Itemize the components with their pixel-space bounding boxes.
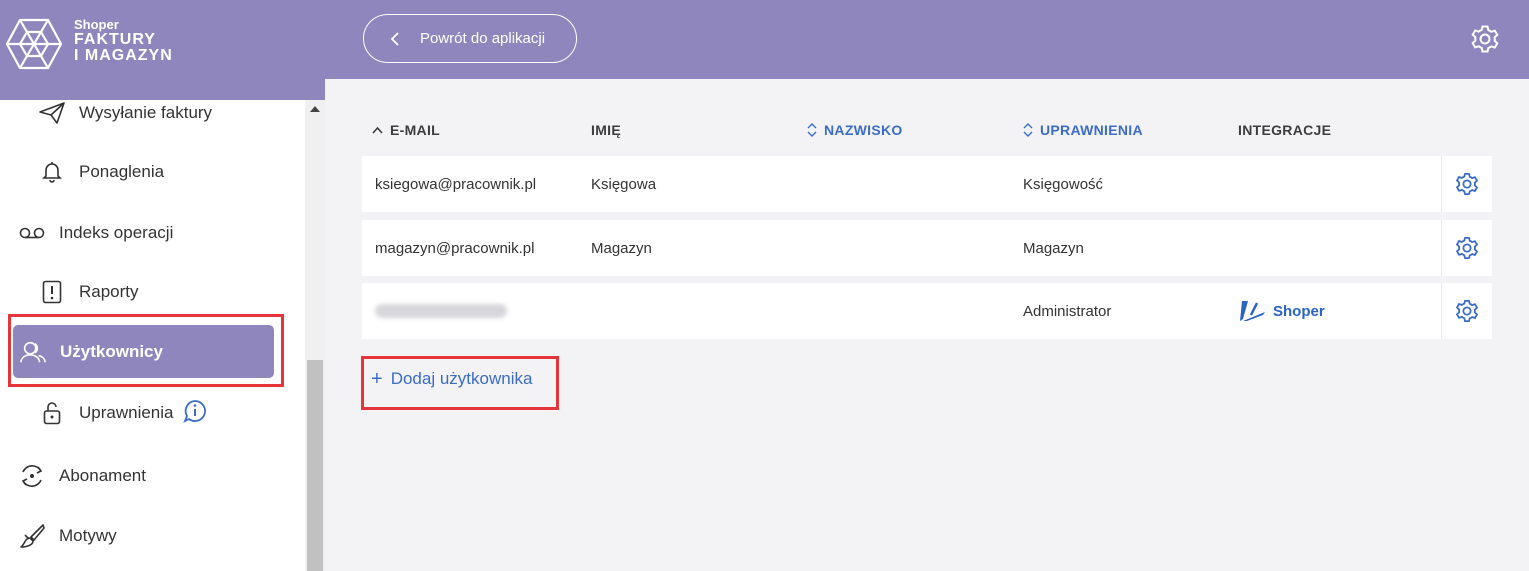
plus-icon: +	[371, 368, 383, 390]
gear-icon	[1455, 172, 1479, 196]
integration-name: Shoper	[1273, 302, 1325, 320]
gear-icon	[1455, 299, 1479, 323]
column-header-email[interactable]: E-MAIL	[372, 122, 440, 138]
column-header-role[interactable]: UPRAWNIENIA	[1023, 122, 1143, 138]
logo-bar[interactable]: Shoper FAKTURY I MAGAZYN	[0, 0, 325, 100]
top-header: Powrót do aplikacji	[325, 0, 1529, 79]
sidebar-item-ponaglenia[interactable]: Ponaglenia	[0, 146, 300, 198]
sidebar-item-abonament[interactable]: Abonament	[0, 450, 300, 502]
sort-toggle-icon	[807, 123, 817, 137]
bell-icon	[39, 159, 65, 185]
cell-role: Magazyn	[1023, 239, 1084, 257]
row-settings-button[interactable]	[1441, 156, 1492, 212]
scroll-thumb[interactable]	[307, 360, 323, 571]
brand-line-2: I MAGAZYN	[74, 47, 173, 64]
sidebar-item-label: Abonament	[59, 466, 146, 485]
sidebar-item-label: Użytkownicy	[60, 341, 163, 361]
sidebar-item-raporty[interactable]: Raporty	[0, 266, 300, 318]
cell-first-name: Magazyn	[591, 239, 652, 257]
column-header-last-name[interactable]: NAZWISKO	[807, 122, 903, 138]
sidebar-item-uzytkownicy[interactable]: Użytkownicy	[13, 325, 274, 378]
sidebar-item-indeks-operacji[interactable]: Indeks operacji	[0, 207, 300, 259]
column-header-label: INTEGRACJE	[1238, 122, 1332, 138]
scroll-up-arrow-icon[interactable]	[310, 106, 320, 112]
brand-title: FAKTURY I MAGAZYN	[74, 32, 173, 64]
cell-email: ksiegowa@pracownik.pl	[375, 175, 537, 193]
back-to-app-button[interactable]: Powrót do aplikacji	[363, 14, 577, 63]
sidebar-item-label: Wysyłanie faktury	[79, 103, 213, 122]
voicemail-icon	[19, 220, 45, 246]
sidebar-item-label: Indeks operacji	[59, 223, 174, 242]
sidebar-item-uprawnienia[interactable]: Uprawnienia	[0, 387, 300, 439]
sidebar-item-label: Ponaglenia	[79, 162, 165, 181]
sidebar-item-motywy[interactable]: Motywy	[0, 510, 300, 562]
brush-icon	[19, 523, 45, 549]
cell-role: Administrator	[1023, 302, 1112, 320]
column-header-label: UPRAWNIENIA	[1040, 122, 1143, 138]
add-user-button[interactable]: + Dodaj użytkownika	[371, 369, 532, 389]
table-row[interactable]: magazyn@pracownik.pl Magazyn Magazyn	[362, 220, 1492, 276]
sidebar-item-label: Motywy	[59, 526, 117, 545]
row-settings-button[interactable]	[1441, 283, 1492, 339]
sidebar-scrollbar[interactable]	[305, 100, 325, 571]
report-alert-icon	[39, 279, 65, 305]
row-settings-button[interactable]	[1441, 220, 1492, 276]
cell-integration: Shoper	[1239, 283, 1325, 339]
column-header-label: NAZWISKO	[824, 122, 903, 138]
back-to-app-label: Powrót do aplikacji	[420, 30, 546, 47]
cell-first-name: Księgowa	[591, 175, 657, 193]
gear-icon[interactable]	[1469, 23, 1501, 55]
sidebar-item-label: Raporty	[79, 282, 139, 301]
refresh-cycle-icon	[19, 463, 45, 489]
sidebar: Shoper FAKTURY I MAGAZYN Wysyłanie faktu…	[0, 0, 325, 571]
table-row[interactable]: ksiegowa@pracownik.pl Księgowa Księgowoś…	[362, 156, 1492, 212]
cell-email-blurred	[375, 283, 507, 339]
sidebar-nav: Wysyłanie faktury Ponaglenia Indeks oper…	[0, 100, 305, 571]
paper-plane-icon	[39, 100, 65, 126]
column-header-label: E-MAIL	[390, 122, 441, 138]
sort-asc-icon	[372, 126, 383, 134]
info-icon[interactable]	[182, 399, 207, 428]
table-row[interactable]: Administrator Shoper	[362, 283, 1492, 339]
sidebar-item-wysylanie-faktury[interactable]: Wysyłanie faktury	[0, 100, 300, 139]
chevron-left-icon	[390, 31, 399, 46]
sort-toggle-icon	[1023, 123, 1033, 137]
cell-email: magazyn@pracownik.pl	[375, 239, 535, 257]
sidebar-item-label: Uprawnienia	[79, 403, 174, 422]
gear-icon	[1455, 236, 1479, 260]
blurred-email	[375, 304, 507, 318]
cell-role: Księgowość	[1023, 175, 1104, 193]
column-header-first-name: IMIĘ	[591, 122, 621, 138]
lock-icon	[39, 400, 65, 426]
column-header-label: IMIĘ	[591, 122, 621, 138]
brand-line-1: FAKTURY	[74, 31, 156, 48]
users-icon	[20, 339, 46, 365]
add-user-label: Dodaj użytkownika	[390, 369, 533, 388]
shoper-logo-icon	[1240, 301, 1265, 321]
column-header-integrations: INTEGRACJE	[1238, 122, 1331, 138]
hexagon-logo-icon	[6, 18, 62, 70]
brand-small-text: Shoper	[74, 17, 119, 32]
shoper-integration-logo: Shoper	[1239, 299, 1325, 323]
